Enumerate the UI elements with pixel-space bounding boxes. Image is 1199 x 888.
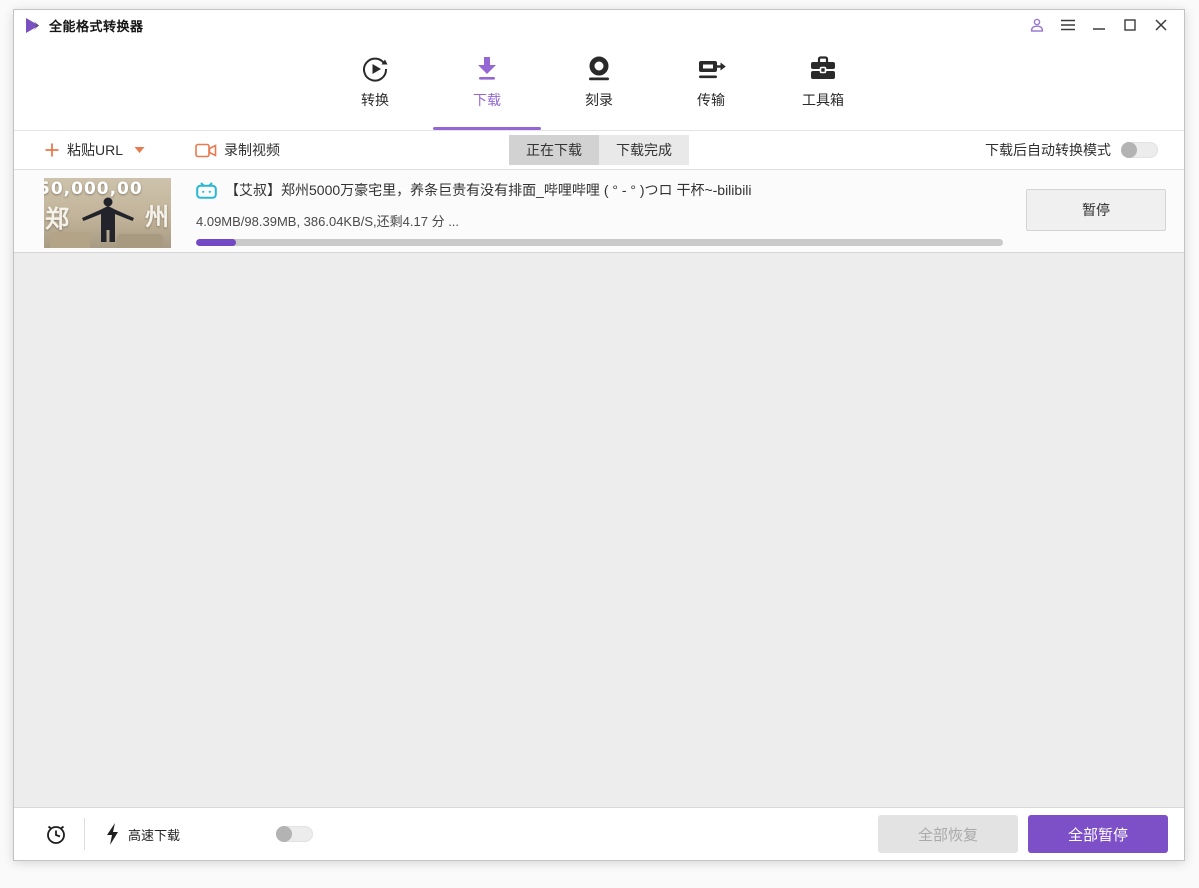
download-filter-tabs: 正在下载 下载完成 bbox=[509, 135, 689, 165]
pause-all-button[interactable]: 全部暂停 bbox=[1028, 815, 1168, 853]
nav-tabs: 转换 下载 刻录 传输 工具箱 bbox=[347, 40, 851, 130]
lightning-icon bbox=[105, 822, 120, 846]
video-camera-icon bbox=[195, 143, 217, 158]
download-toolbar: 粘贴URL 录制视频 正在下载 下载完成 下载后自动转换模式 bbox=[14, 130, 1184, 170]
paste-url-label: 粘贴URL bbox=[67, 142, 124, 158]
app-logo-icon bbox=[24, 17, 41, 34]
filter-tab-downloading[interactable]: 正在下载 bbox=[509, 135, 599, 165]
pause-button[interactable]: 暂停 bbox=[1026, 189, 1166, 231]
bilibili-icon bbox=[196, 181, 217, 199]
person-silhouette bbox=[80, 196, 136, 242]
filter-tab-finished[interactable]: 下载完成 bbox=[599, 135, 689, 165]
account-icon[interactable] bbox=[1026, 14, 1048, 36]
download-list-item: 50,000,00 郑 州 【艾叔】郑州5000万豪宅里，养条巨贵有没有排面_哔… bbox=[14, 170, 1184, 253]
thumbnail-right-char: 州 bbox=[145, 204, 169, 231]
convert-icon bbox=[360, 53, 390, 85]
app-logo-title: 全能格式转换器 bbox=[24, 16, 144, 35]
download-item-body: 【艾叔】郑州5000万豪宅里，养条巨贵有没有排面_哔哩哔哩 ( ° - ° )つ… bbox=[196, 178, 1166, 248]
video-thumbnail: 50,000,00 郑 州 bbox=[44, 178, 171, 248]
auto-convert-toggle[interactable] bbox=[1121, 142, 1158, 158]
tab-burn-label: 刻录 bbox=[585, 92, 613, 108]
download-icon bbox=[474, 53, 500, 85]
app-window: 全能格式转换器 转换 下载 刻录 传输 工具箱 粘贴URL 录制视频 正在下载 … bbox=[13, 9, 1185, 861]
app-title: 全能格式转换器 bbox=[49, 18, 144, 34]
footer-left: 高速下载 bbox=[44, 818, 314, 850]
resume-all-button[interactable]: 全部恢复 bbox=[878, 815, 1018, 853]
tab-transfer[interactable]: 传输 bbox=[683, 53, 739, 130]
download-title-row: 【艾叔】郑州5000万豪宅里，养条巨贵有没有排面_哔哩哔哩 ( ° - ° )つ… bbox=[196, 180, 1166, 200]
minimize-icon[interactable] bbox=[1088, 14, 1110, 36]
toolbar-left: 粘贴URL 录制视频 bbox=[44, 140, 280, 160]
window-controls bbox=[1026, 14, 1172, 36]
close-icon[interactable] bbox=[1150, 14, 1172, 36]
tab-download[interactable]: 下载 bbox=[433, 53, 541, 130]
progress-fill bbox=[196, 239, 237, 246]
burn-icon bbox=[585, 53, 613, 85]
chevron-down-icon[interactable] bbox=[134, 146, 145, 154]
footer-bar: 高速下载 全部恢复 全部暂停 bbox=[14, 807, 1184, 860]
tab-transfer-label: 传输 bbox=[697, 92, 725, 108]
main-nav: 转换 下载 刻录 传输 工具箱 bbox=[14, 40, 1184, 130]
thumbnail-left-char: 郑 bbox=[45, 206, 69, 233]
plus-icon bbox=[44, 142, 60, 158]
menu-icon[interactable] bbox=[1057, 14, 1079, 36]
transfer-icon bbox=[696, 53, 726, 85]
title-bar: 全能格式转换器 bbox=[14, 10, 1184, 40]
auto-convert-toggle-knob bbox=[1121, 142, 1137, 158]
record-video-label: 录制视频 bbox=[224, 142, 281, 158]
progress-bar bbox=[196, 239, 1003, 246]
maximize-icon[interactable] bbox=[1119, 14, 1141, 36]
tab-convert[interactable]: 转换 bbox=[347, 53, 403, 130]
download-status: 4.09MB/98.39MB, 386.04KB/S,还剩4.17 分 ... bbox=[196, 214, 460, 229]
tab-download-label: 下载 bbox=[473, 92, 501, 108]
speed-download-toggle-knob bbox=[276, 826, 293, 842]
speed-download-toggle[interactable] bbox=[276, 826, 314, 842]
tab-convert-label: 转换 bbox=[361, 92, 389, 108]
toolbar-right: 下载后自动转换模式 bbox=[985, 140, 1158, 160]
tab-toolbox-label: 工具箱 bbox=[802, 92, 844, 108]
toolbox-icon bbox=[808, 53, 838, 85]
footer-right: 全部恢复 全部暂停 bbox=[878, 815, 1168, 853]
paste-url-button[interactable]: 粘贴URL bbox=[44, 140, 145, 160]
schedule-clock-icon[interactable] bbox=[44, 822, 68, 846]
tab-burn[interactable]: 刻录 bbox=[571, 53, 627, 130]
download-title: 【艾叔】郑州5000万豪宅里，养条巨贵有没有排面_哔哩哔哩 ( ° - ° )つ… bbox=[225, 182, 752, 198]
auto-convert-label: 下载后自动转换模式 bbox=[985, 142, 1111, 158]
download-list-empty-area bbox=[14, 253, 1184, 807]
footer-divider bbox=[84, 818, 85, 850]
record-video-button[interactable]: 录制视频 bbox=[195, 140, 280, 160]
speed-download-label: 高速下载 bbox=[128, 827, 181, 843]
tab-toolbox[interactable]: 工具箱 bbox=[795, 53, 851, 130]
